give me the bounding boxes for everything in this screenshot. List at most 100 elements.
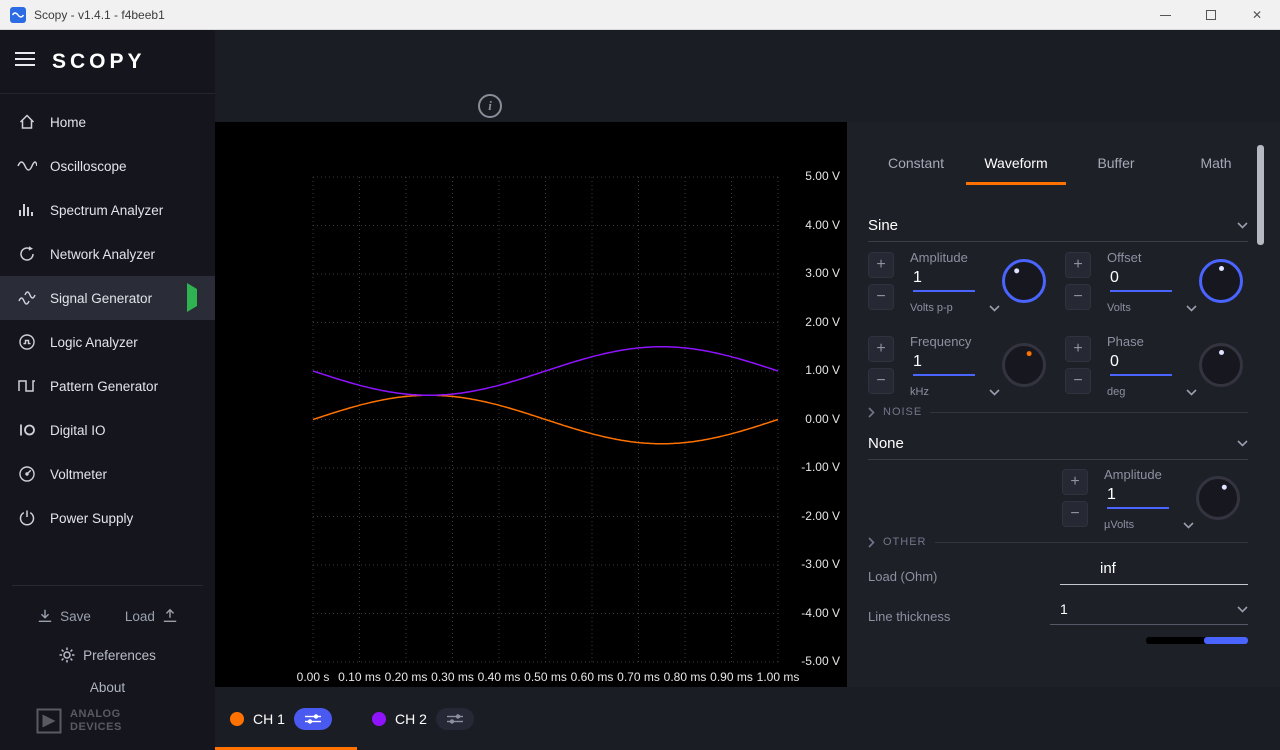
hamburger-menu-icon[interactable] [14, 51, 36, 72]
chevron-down-icon [1237, 222, 1248, 229]
network-analyzer-icon [14, 244, 40, 264]
phase-plus-button[interactable]: + [1065, 336, 1091, 362]
load-ohm-label: Load (Ohm) [868, 569, 937, 584]
y-axis-tick: 2.00 V [756, 315, 847, 329]
frequency-knob[interactable] [1002, 343, 1046, 387]
about-button[interactable]: About [0, 680, 215, 695]
channel-1-color-dot [230, 712, 244, 726]
noise-amplitude-knob[interactable] [1196, 476, 1240, 520]
chevron-down-icon [989, 305, 1000, 312]
line-thickness-label: Line thickness [868, 609, 950, 624]
offset-unit-select[interactable]: Volts [1107, 302, 1197, 314]
oscilloscope-plot: 5.00 V4.00 V3.00 V2.00 V1.00 V0.00 V-1.0… [215, 122, 847, 687]
noise-amplitude-value-input[interactable]: 1 [1107, 486, 1169, 509]
panel-scrollbar[interactable] [1257, 145, 1264, 665]
sidebar-item-home[interactable]: Home [0, 100, 215, 144]
waveform-type-select[interactable]: Sine [868, 210, 1248, 242]
offset-value-input[interactable]: 0 [1110, 269, 1172, 292]
y-axis-tick: 4.00 V [756, 218, 847, 232]
amplitude-knob[interactable] [1002, 259, 1046, 303]
y-axis-tick: -1.00 V [756, 460, 847, 474]
phase-knob[interactable] [1199, 343, 1243, 387]
frequency-control: + − Frequency 1 kHz [868, 334, 1068, 404]
frequency-value-input[interactable]: 1 [913, 353, 975, 376]
amplitude-value-input[interactable]: 1 [913, 269, 975, 292]
channel-2-settings-toggle[interactable] [436, 708, 474, 730]
amplitude-plus-button[interactable]: + [868, 252, 894, 278]
tab-math[interactable]: Math [1166, 144, 1266, 185]
x-axis-tick: 0.50 ms [523, 670, 569, 684]
home-icon [14, 112, 40, 132]
waveform-tabs: Constant Waveform Buffer Math [866, 144, 1266, 185]
y-axis-tick: 3.00 V [756, 266, 847, 280]
noise-type-select[interactable]: None [868, 428, 1248, 460]
offset-control: + − Offset 0 Volts [1065, 250, 1265, 320]
y-axis-tick: -3.00 V [756, 557, 847, 571]
phase-unit-select[interactable]: deg [1107, 386, 1197, 398]
sidebar: SCOPY Home Oscilloscope Spectrum Analyze… [0, 30, 215, 750]
save-button[interactable]: Save [37, 608, 91, 624]
other-section-header[interactable]: OTHER [868, 536, 1248, 548]
x-axis-tick: 0.60 ms [569, 670, 615, 684]
offset-plus-button[interactable]: + [1065, 252, 1091, 278]
sidebar-item-pattern-generator[interactable]: Pattern Generator [0, 364, 215, 408]
panel-scrollbar-thumb[interactable] [1257, 145, 1264, 245]
y-axis-tick: 1.00 V [756, 363, 847, 377]
x-axis-tick: 0.10 ms [337, 670, 383, 684]
phase-value-input[interactable]: 0 [1110, 353, 1172, 376]
window-title: Scopy - v1.4.1 - f4beeb1 [34, 8, 165, 22]
sliders-icon [304, 713, 322, 725]
sidebar-item-spectrum-analyzer[interactable]: Spectrum Analyzer [0, 188, 215, 232]
phase-minus-button[interactable]: − [1065, 368, 1091, 394]
tab-buffer[interactable]: Buffer [1066, 144, 1166, 185]
maximize-button[interactable] [1188, 0, 1234, 30]
sidebar-item-power-supply[interactable]: Power Supply [0, 496, 215, 540]
line-thickness-select[interactable]: 1 [1050, 601, 1248, 625]
chevron-down-icon [1237, 606, 1248, 613]
sidebar-item-voltmeter[interactable]: Voltmeter [0, 452, 215, 496]
preferences-button[interactable]: Preferences [0, 642, 215, 668]
chevron-down-icon [1237, 440, 1248, 447]
channel-2-color-dot [372, 712, 386, 726]
chevron-down-icon [1183, 522, 1194, 529]
x-axis-tick: 0.70 ms [616, 670, 662, 684]
plot-canvas [215, 122, 847, 687]
load-button[interactable]: Load [125, 608, 178, 624]
frequency-minus-button[interactable]: − [868, 368, 894, 394]
channel-2-tab[interactable]: CH 2 [357, 687, 499, 750]
noise-amplitude-control: + − Amplitude 1 µVolts [1062, 467, 1262, 537]
offset-knob[interactable] [1199, 259, 1243, 303]
noise-amplitude-plus-button[interactable]: + [1062, 469, 1088, 495]
y-axis-tick: 0.00 V [756, 412, 847, 426]
x-axis-tick: 0.90 ms [709, 670, 755, 684]
chevron-down-icon [989, 389, 1000, 396]
x-axis-tick: 0.00 s [290, 670, 336, 684]
noise-section-header[interactable]: NOISE [868, 406, 1248, 418]
tab-constant[interactable]: Constant [866, 144, 966, 185]
channel-1-tab[interactable]: CH 1 [215, 687, 357, 750]
frequency-unit-select[interactable]: kHz [910, 386, 1000, 398]
channel-1-settings-toggle[interactable] [294, 708, 332, 730]
x-axis-tick: 1.00 ms [755, 670, 801, 684]
sidebar-item-logic-analyzer[interactable]: Logic Analyzer [0, 320, 215, 364]
amplitude-control: + − Amplitude 1 Volts p-p [868, 250, 1068, 320]
chevron-down-icon [1186, 389, 1197, 396]
horizontal-scrollbar-thumb[interactable] [1204, 637, 1248, 644]
load-ohm-input[interactable]: inf [1060, 560, 1248, 585]
noise-amplitude-unit-select[interactable]: µVolts [1104, 519, 1194, 531]
offset-minus-button[interactable]: − [1065, 284, 1091, 310]
sidebar-item-oscilloscope[interactable]: Oscilloscope [0, 144, 215, 188]
info-icon[interactable]: i [478, 94, 502, 118]
x-axis-tick: 0.30 ms [430, 670, 476, 684]
sidebar-item-digital-io[interactable]: Digital IO [0, 408, 215, 452]
frequency-plus-button[interactable]: + [868, 336, 894, 362]
minimize-button[interactable] [1142, 0, 1188, 30]
amplitude-unit-select[interactable]: Volts p-p [910, 302, 1000, 314]
tab-waveform[interactable]: Waveform [966, 144, 1066, 185]
sidebar-item-network-analyzer[interactable]: Network Analyzer [0, 232, 215, 276]
horizontal-scrollbar[interactable] [1146, 637, 1248, 644]
close-button[interactable]: ✕ [1234, 0, 1280, 30]
sidebar-item-signal-generator[interactable]: Signal Generator [0, 276, 215, 320]
noise-amplitude-minus-button[interactable]: − [1062, 501, 1088, 527]
amplitude-minus-button[interactable]: − [868, 284, 894, 310]
